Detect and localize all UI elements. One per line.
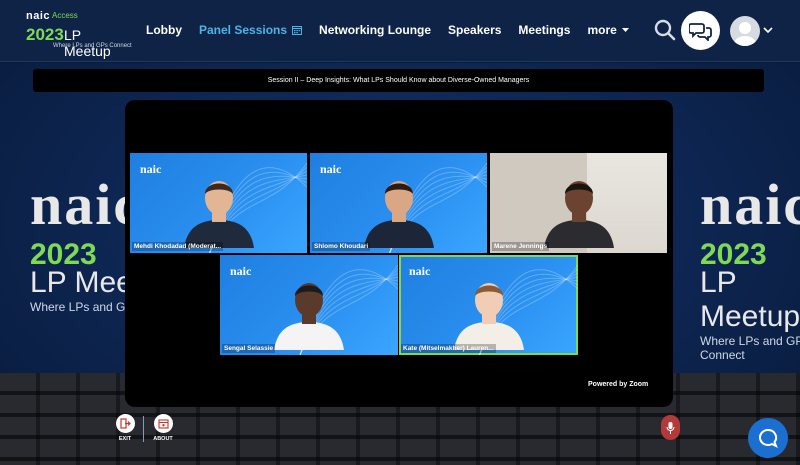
backdrop-event: LP Meetup [700, 266, 800, 333]
user-avatar[interactable] [730, 16, 760, 46]
powered-by-zoom: Powered by Zoom [588, 381, 649, 388]
participant-video [449, 272, 529, 355]
avatar-silhouette-icon [734, 22, 756, 46]
session-title: Session II – Deep Insights: What LPs Sho… [267, 77, 530, 84]
participant-video [359, 170, 439, 253]
backdrop-brand-right: naic 2023 LP Meetup Where LPs and GPs Co… [700, 171, 800, 362]
top-nav: naic Access 2023 LP Meetup Where LPs and… [0, 0, 800, 62]
tile-logo: naic [320, 162, 342, 176]
chat-bubbles-icon [688, 22, 712, 41]
backdrop-brand-name: naic [700, 172, 800, 237]
participant-tile[interactable]: naic Mehdi Khodadad (Moderat... [130, 153, 307, 253]
caret-down-icon [621, 27, 629, 32]
participant-name: Shlomo Khoudari [312, 242, 371, 251]
nav-speakers-label: Speakers [448, 23, 502, 37]
chat-bubble-icon [759, 428, 778, 448]
nav-more-label: more [587, 23, 617, 37]
tile-logo: naic [140, 162, 162, 176]
participant-tile[interactable]: naic Sengal Selassie [220, 255, 398, 355]
participant-video [179, 170, 259, 253]
exit-button[interactable]: EXIT [110, 414, 140, 442]
nav-meetings[interactable]: Meetings [518, 23, 570, 37]
logo-brand-sub: Access [52, 11, 78, 20]
nav-meetings-label: Meetings [518, 23, 571, 37]
main-nav: Lobby Panel Sessions Networking Lounge S… [146, 23, 646, 37]
help-chat-button[interactable] [748, 418, 788, 458]
about-icon [153, 414, 173, 433]
event-logo[interactable]: naic Access 2023 LP Meetup Where LPs and… [26, 10, 132, 59]
logo-brand: naic [26, 10, 51, 22]
microphone-button[interactable] [661, 415, 680, 440]
nav-networking-label: Networking Lounge [319, 23, 432, 37]
nav-networking-lounge[interactable]: Networking Lounge [319, 23, 431, 37]
chat-button[interactable] [681, 11, 720, 50]
logo-year: 2023 [26, 25, 64, 44]
backdrop-tagline: Where LPs and GPs Connect [700, 334, 800, 362]
exit-icon [115, 414, 135, 433]
about-button[interactable]: ABOUT [148, 414, 178, 442]
nav-lobby[interactable]: Lobby [146, 23, 182, 37]
tile-logo: naic [409, 264, 431, 278]
controls-divider [143, 416, 144, 442]
participant-video [539, 170, 619, 253]
exit-label: EXIT [118, 436, 132, 442]
zoom-video-panel[interactable] [125, 100, 673, 407]
participant-video [269, 272, 349, 355]
participant-name: Sengal Selassie [222, 344, 276, 353]
microphone-icon [666, 421, 675, 434]
nav-lobby-label: Lobby [146, 23, 182, 37]
tile-logo: naic [230, 264, 252, 278]
search-icon[interactable] [654, 19, 676, 41]
nav-panel-sessions-label: Panel Sessions [199, 23, 288, 37]
about-label: ABOUT [153, 436, 173, 442]
nav-speakers[interactable]: Speakers [448, 23, 501, 37]
participant-name: Marene Jennings [492, 242, 550, 251]
session-title-bar: Session II – Deep Insights: What LPs Sho… [33, 69, 764, 92]
participant-name: Kate (Mitselmakher) Lauren... [401, 344, 496, 353]
participant-tile[interactable]: naic Kate (Mitselmakher) Lauren... [399, 255, 578, 355]
calendar-icon [292, 26, 303, 35]
participant-name: Mehdi Khodadad (Moderat... [132, 242, 224, 251]
participant-tile[interactable]: Marene Jennings [490, 153, 667, 253]
nav-panel-sessions[interactable]: Panel Sessions [199, 23, 303, 37]
chevron-down-icon[interactable] [763, 25, 773, 35]
logo-tagline: Where LPs and GPs Connect [53, 43, 132, 49]
nav-more[interactable]: more [587, 23, 629, 37]
participant-tile[interactable]: naic Shlomo Khoudari [310, 153, 487, 253]
